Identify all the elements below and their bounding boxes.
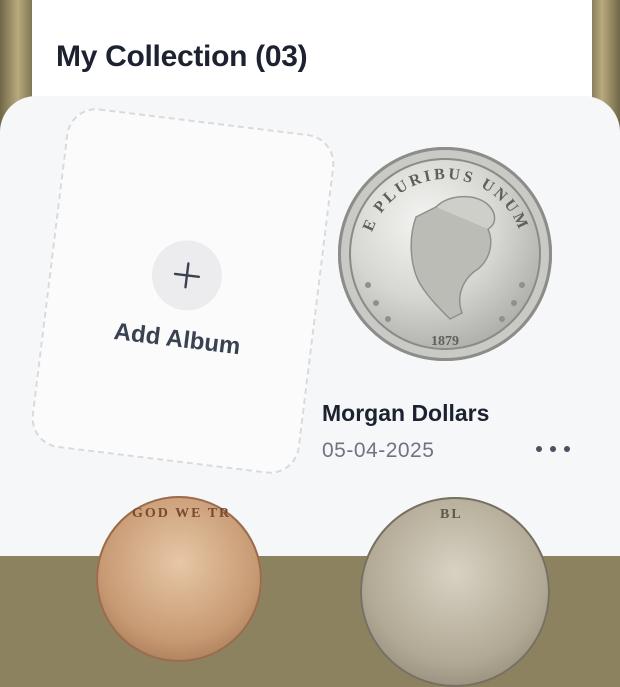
penny-coin-inscription: GOD WE TR xyxy=(132,506,232,521)
page-title: My Collection (03) xyxy=(56,40,308,73)
more-dot xyxy=(536,446,542,452)
morgan-dollar-coin-image[interactable]: E PLURIBUS UNUM 1879 xyxy=(338,147,552,361)
more-dot xyxy=(564,446,570,452)
album-date: 05-04-2025 xyxy=(322,439,435,462)
penny-coin-image[interactable]: GOD WE TR xyxy=(96,496,262,662)
add-album-label: Add Album xyxy=(112,317,242,361)
plus-icon xyxy=(147,236,226,315)
album-name[interactable]: Morgan Dollars xyxy=(322,400,489,427)
add-album-card[interactable]: Add Album xyxy=(28,104,338,478)
coin-year: 1879 xyxy=(431,334,459,349)
more-options-icon[interactable] xyxy=(536,440,570,458)
silver-coin-inscription: BL xyxy=(440,507,463,522)
silver-coin-image[interactable]: BL xyxy=(360,497,550,687)
more-dot xyxy=(550,446,556,452)
